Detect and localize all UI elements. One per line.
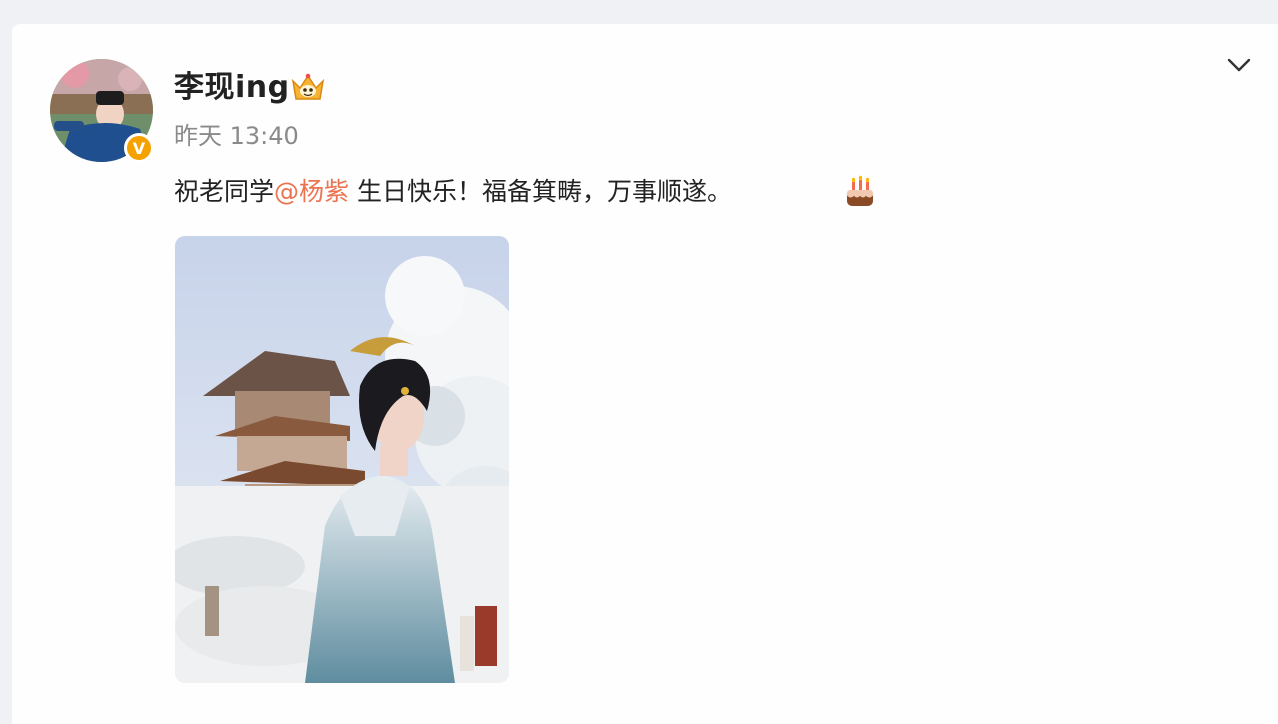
cake-icon xyxy=(842,174,878,210)
post-photo[interactable] xyxy=(175,236,509,683)
verified-badge-icon: V xyxy=(124,133,154,163)
post-text-suffix: 生日快乐！福备箕畴，万事顺遂。 xyxy=(349,177,732,206)
chevron-down-icon[interactable] xyxy=(1226,56,1252,74)
post-timestamp[interactable]: 昨天 13:40 xyxy=(174,119,299,153)
post-text-prefix: 祝老同学 xyxy=(174,177,275,206)
mention-link[interactable]: @杨紫 xyxy=(274,177,349,206)
author-name[interactable]: 李现ing xyxy=(174,68,290,108)
post-text: 祝老同学@杨紫 生日快乐！福备箕畴，万事顺遂。 xyxy=(174,172,732,212)
crown-icon xyxy=(290,72,326,104)
